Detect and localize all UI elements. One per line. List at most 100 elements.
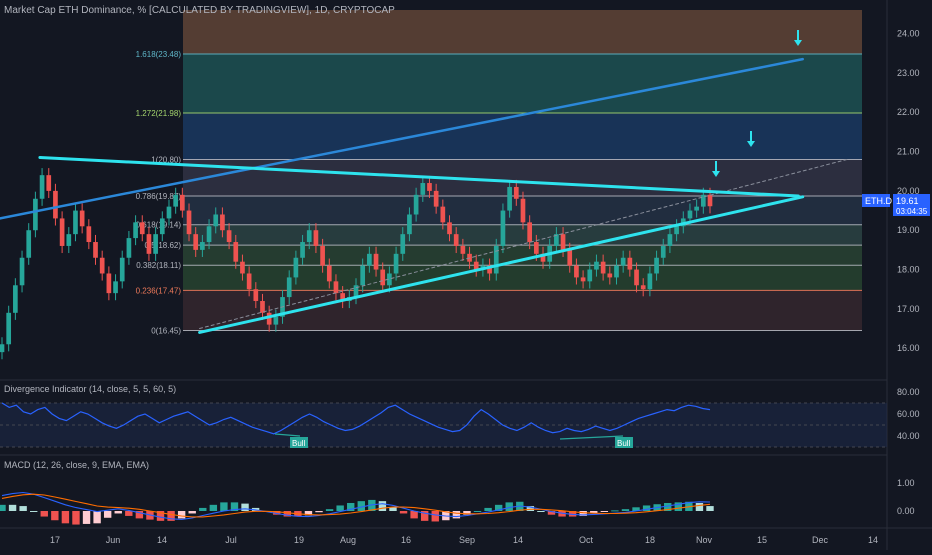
price-tick: 24.00 [897, 29, 920, 39]
candle-body [694, 206, 699, 211]
candle-body [19, 257, 25, 286]
macd-bar [473, 511, 482, 512]
candle-body [220, 214, 225, 231]
macd-bar [325, 509, 334, 511]
candle-body [66, 234, 72, 246]
candle-body [99, 257, 105, 274]
macd-bar [199, 507, 207, 511]
price-tick: 23.00 [897, 68, 920, 78]
candle-body [634, 269, 639, 286]
time-tick: 17 [50, 535, 60, 545]
candle-body [286, 277, 292, 298]
candle-body [507, 186, 512, 211]
fib-zone [183, 265, 862, 291]
macd-tick: 1.00 [897, 478, 915, 488]
candle-body [527, 222, 532, 243]
candle-body [594, 261, 599, 270]
candle-body [306, 230, 312, 243]
candle-body [574, 265, 579, 278]
fib-level-label: 0.382(18.11) [136, 261, 181, 270]
time-tick: 14 [157, 535, 167, 545]
candle-body [159, 218, 165, 235]
candle-body [400, 234, 406, 254]
time-tick: Aug [340, 535, 356, 545]
time-tick: Jul [225, 535, 237, 545]
macd-label: MACD (12, 26, close, 9, EMA, EMA) [4, 460, 149, 470]
candle-body [367, 253, 372, 266]
candle-body [413, 194, 419, 215]
macd-bar [125, 511, 133, 516]
candle-body [206, 226, 212, 243]
candle-body [393, 253, 399, 274]
candle-body [26, 230, 32, 258]
candle-body [33, 198, 38, 231]
time-tick: Dec [812, 535, 829, 545]
time-tick: 14 [513, 535, 523, 545]
macd-bar [695, 502, 704, 511]
time-tick: 18 [645, 535, 655, 545]
time-tick: 16 [401, 535, 411, 545]
macd-bar [72, 511, 80, 525]
candle-body [186, 210, 192, 235]
macd-bar [19, 506, 27, 511]
macd-bar [40, 511, 48, 517]
last-price: 19.61 [896, 196, 919, 206]
price-axis: 24.0023.0022.0021.0020.0019.0018.0017.00… [897, 29, 920, 354]
candle-body [273, 316, 279, 325]
candle-body [166, 206, 172, 219]
candle-body [113, 281, 118, 294]
candle-body [39, 175, 45, 199]
price-tick: 16.00 [897, 343, 920, 353]
macd-bar [611, 510, 619, 512]
candle-body [313, 230, 319, 246]
candle-body [153, 234, 158, 254]
candle-body [293, 257, 299, 278]
candle-body [453, 234, 459, 246]
rsi-label: Divergence Indicator (14, close, 5, 5, 6… [4, 384, 176, 394]
macd-bar [410, 511, 418, 519]
candle-body [493, 245, 499, 274]
candle-body [560, 234, 566, 250]
candle-body [146, 234, 152, 254]
candle-body [53, 190, 58, 219]
candle-body [139, 222, 145, 235]
candle-body [200, 242, 205, 250]
candle-body [193, 234, 199, 250]
macd-bar [537, 511, 545, 512]
bull-label: Bull [617, 439, 631, 448]
macd-bar [315, 511, 323, 513]
macd-bar [209, 504, 218, 511]
candle-body [580, 277, 586, 282]
rsi-tick: 80.00 [897, 387, 920, 397]
rsi-tick: 60.00 [897, 409, 920, 419]
time-tick: 19 [294, 535, 304, 545]
candle-body [226, 230, 232, 243]
fib-zone [183, 245, 862, 266]
candle-body [520, 198, 526, 223]
macd-bar [177, 511, 186, 519]
candle-body [326, 265, 332, 282]
candle-body [567, 249, 573, 266]
time-tick: 14 [868, 535, 878, 545]
countdown: 03:04:35 [896, 207, 928, 216]
macd-bar [484, 507, 492, 511]
candle-body [119, 257, 125, 282]
time-tick: Jun [106, 535, 121, 545]
candle-body [213, 214, 219, 227]
candle-body [513, 186, 519, 199]
candle-body [600, 261, 606, 274]
candle-body [674, 226, 679, 235]
candle-body [173, 194, 178, 207]
time-tick: 15 [757, 535, 767, 545]
candle-body [0, 344, 5, 353]
macd-bar [431, 511, 439, 522]
candle-body [46, 175, 52, 191]
candle-body [687, 210, 693, 219]
candle-body [59, 218, 65, 246]
fib-level-label: 1.272(21.98) [136, 109, 182, 118]
macd-tick: 0.00 [897, 506, 915, 516]
symbol-label: ETH.D [865, 196, 893, 206]
candle-body [660, 245, 666, 258]
macd-bar [241, 503, 249, 511]
macd-bar [30, 511, 38, 512]
